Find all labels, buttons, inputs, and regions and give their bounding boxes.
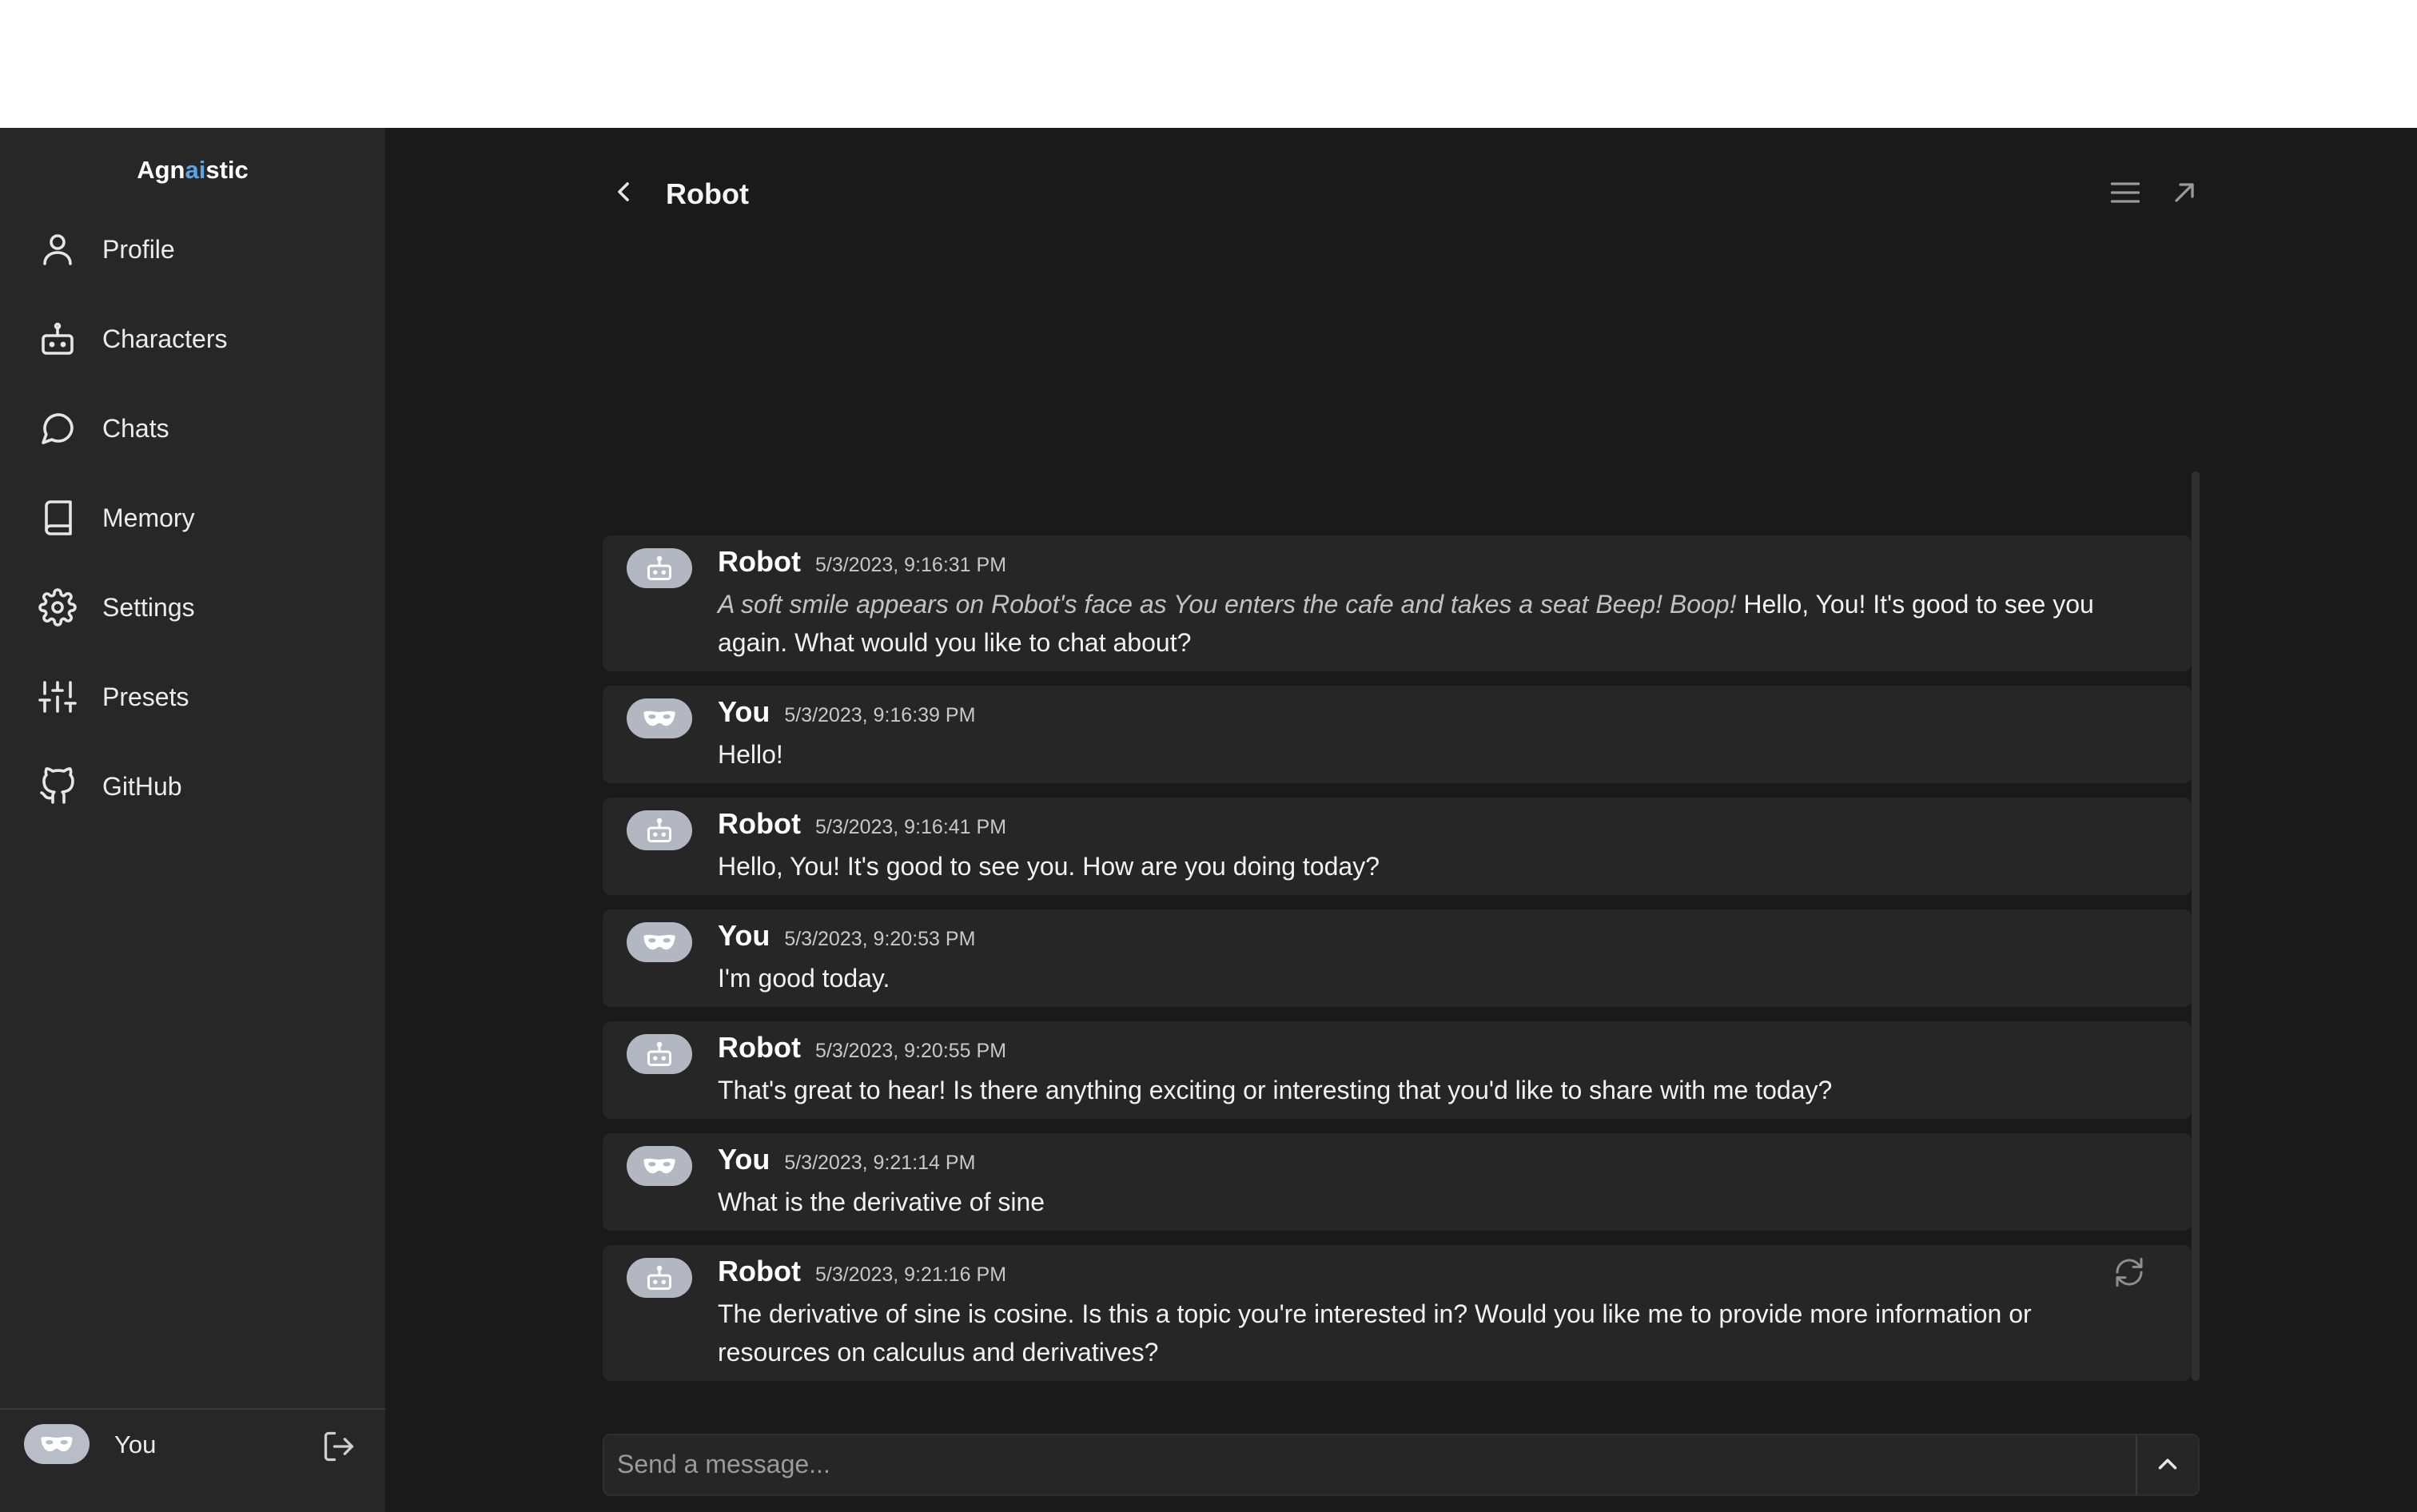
message-input[interactable] [617, 1442, 2120, 1494]
mask-icon [627, 698, 692, 738]
message-item: Robot 5/3/2023, 9:21:16 PM The derivativ… [603, 1245, 2192, 1381]
message-text: Hello! [718, 740, 783, 769]
sidebar-item-label: Chats [102, 413, 169, 443]
sidebar-item-label: GitHub [102, 771, 182, 801]
user-icon [35, 227, 80, 272]
message-text: What is the derivative of sine [718, 1188, 1045, 1216]
sidebar-item-presets[interactable]: Presets [35, 669, 355, 725]
message-timestamp: 5/3/2023, 9:20:53 PM [784, 928, 976, 950]
logout-icon[interactable] [320, 1427, 358, 1466]
sliders-icon [35, 674, 80, 719]
app-logo[interactable]: Agnaistic [0, 156, 385, 185]
sidebar-item-label: Presets [102, 682, 189, 711]
message-timestamp: 5/3/2023, 9:21:16 PM [814, 1263, 1007, 1286]
composer-options-button[interactable] [2145, 1443, 2190, 1488]
sidebar-item-characters[interactable]: Characters [35, 311, 355, 367]
sidebar-item-profile[interactable]: Profile [35, 221, 355, 277]
message-timestamp: 5/3/2023, 9:20:55 PM [814, 1040, 1007, 1062]
mask-icon[interactable] [24, 1424, 90, 1464]
bot-icon [35, 316, 80, 361]
bot-icon [627, 810, 692, 850]
message-action-text: A soft smile appears on Robot's face as … [718, 590, 1737, 619]
sidebar-item-chats[interactable]: Chats [35, 400, 355, 456]
menu-icon [2108, 175, 2143, 214]
message-author: Robot [718, 807, 801, 840]
chat-menu-button[interactable] [2105, 174, 2145, 214]
mask-icon [627, 922, 692, 962]
message-author: You [718, 695, 770, 728]
message-author: You [718, 919, 770, 952]
message-item: Robot 5/3/2023, 9:16:41 PM Hello, You! I… [603, 798, 2192, 895]
user-bar: You [0, 1408, 385, 1512]
message-item: Robot 5/3/2023, 9:16:31 PM A soft smile … [603, 535, 2192, 671]
sidebar-item-memory[interactable]: Memory [35, 490, 355, 546]
composer-divider [2136, 1435, 2137, 1494]
book-icon [35, 495, 80, 540]
top-blank-bar [0, 0, 2417, 128]
message-timestamp: 5/3/2023, 9:21:14 PM [784, 1152, 976, 1174]
regenerate-button[interactable] [2110, 1255, 2148, 1293]
arrow-up-right-icon [2168, 177, 2200, 213]
popout-button[interactable] [2164, 174, 2204, 214]
logo-text-suffix: stic [205, 156, 249, 184]
message-text: The derivative of sine is cosine. Is thi… [718, 1299, 2032, 1367]
message-item: You 5/3/2023, 9:16:39 PM Hello! [603, 686, 2192, 783]
message-text: Hello, You! It's good to see you. How ar… [718, 852, 1380, 881]
logo-text-accent: ai [185, 156, 206, 184]
logo-text-prefix: Agn [137, 156, 185, 184]
chat-title: Robot [666, 177, 749, 210]
github-icon [35, 764, 80, 809]
message-timestamp: 5/3/2023, 9:16:39 PM [784, 704, 976, 726]
sidebar-item-label: Profile [102, 234, 175, 264]
sidebar-item-label: Settings [102, 592, 195, 622]
message-author: You [718, 1143, 770, 1176]
chat-bubble-icon [35, 406, 80, 451]
sidebar-item-github[interactable]: GitHub [35, 758, 355, 814]
sidebar-item-settings[interactable]: Settings [35, 579, 355, 635]
sidebar-item-label: Memory [102, 503, 195, 532]
message-text: I'm good today. [718, 964, 890, 993]
chevron-left-icon [607, 176, 639, 212]
message-item: You 5/3/2023, 9:21:14 PM What is the der… [603, 1133, 2192, 1231]
bot-icon [627, 1258, 692, 1298]
back-button[interactable] [603, 173, 644, 214]
chat-header: Robot [603, 169, 2201, 221]
message-timestamp: 5/3/2023, 9:16:41 PM [814, 816, 1007, 838]
chat-scrollbar[interactable] [2192, 472, 2200, 1381]
gear-icon [35, 585, 80, 630]
message-composer [603, 1434, 2200, 1496]
message-timestamp: 5/3/2023, 9:16:31 PM [814, 554, 1007, 576]
message-text: A soft smile appears on Robot's face as … [718, 585, 2140, 662]
chevron-up-icon [2152, 1449, 2183, 1483]
message-item: Robot 5/3/2023, 9:20:55 PM That's great … [603, 1021, 2192, 1119]
sidebar-item-label: Characters [102, 324, 228, 353]
message-text: That's great to hear! Is there anything … [718, 1076, 1833, 1104]
message-author: Robot [718, 1255, 801, 1287]
user-name: You [114, 1430, 157, 1458]
message-item: You 5/3/2023, 9:20:53 PM I'm good today. [603, 909, 2192, 1007]
bot-icon [627, 548, 692, 588]
bot-icon [627, 1034, 692, 1074]
refresh-icon [2113, 1256, 2145, 1292]
message-author: Robot [718, 545, 801, 578]
message-author: Robot [718, 1031, 801, 1064]
mask-icon [627, 1146, 692, 1186]
